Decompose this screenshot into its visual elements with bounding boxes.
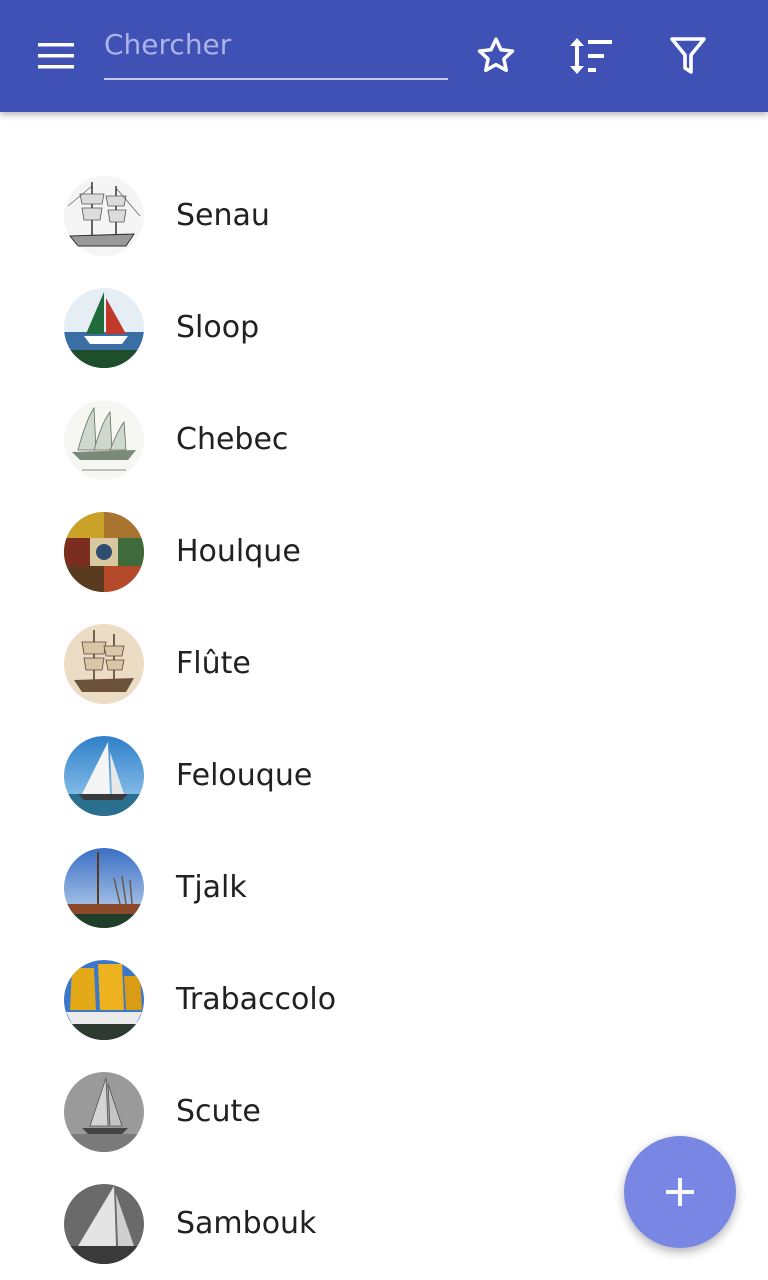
- app-bar: [0, 0, 768, 112]
- ship-list: Senau Sloop Chebec Houlque Flûte Felouqu…: [0, 160, 768, 1280]
- grey-sailboat-print-icon: [64, 1072, 144, 1152]
- hamburger-menu-icon: [38, 43, 74, 69]
- lateen-ship-engraving-icon: [64, 400, 144, 480]
- avatar: [64, 960, 144, 1040]
- avatar: [64, 624, 144, 704]
- list-item[interactable]: Felouque: [0, 720, 768, 832]
- avatar: [64, 1184, 144, 1264]
- plus-icon: [666, 1178, 694, 1206]
- search-field: [104, 22, 448, 82]
- favorites-button[interactable]: [468, 28, 524, 84]
- list-item[interactable]: Sloop: [0, 272, 768, 384]
- sailing-ship-sketch-icon: [64, 176, 144, 256]
- sort-icon: [570, 38, 612, 74]
- item-label: Chebec: [176, 422, 289, 457]
- list-item[interactable]: Tjalk: [0, 832, 768, 944]
- sepia-ship-drawing-icon: [64, 624, 144, 704]
- avatar: [64, 736, 144, 816]
- item-label: Flûte: [176, 646, 251, 681]
- avatar: [64, 400, 144, 480]
- item-label: Senau: [176, 198, 270, 233]
- green-sail-boat-photo-icon: [64, 288, 144, 368]
- avatar: [64, 848, 144, 928]
- menu-button[interactable]: [24, 32, 88, 80]
- search-input[interactable]: [104, 22, 448, 80]
- filter-icon: [670, 37, 706, 74]
- yellow-sails-boat-photo-icon: [64, 960, 144, 1040]
- harbor-mast-photo-icon: [64, 848, 144, 928]
- avatar: [64, 288, 144, 368]
- item-label: Tjalk: [176, 870, 247, 905]
- avatar: [64, 1072, 144, 1152]
- sort-button[interactable]: [563, 28, 619, 84]
- white-sail-felucca-photo-icon: [64, 736, 144, 816]
- colorful-medieval-painting-icon: [64, 512, 144, 592]
- item-label: Houlque: [176, 534, 301, 569]
- item-label: Scute: [176, 1094, 261, 1129]
- add-button[interactable]: [624, 1136, 736, 1248]
- avatar: [64, 512, 144, 592]
- filter-button[interactable]: [660, 28, 716, 84]
- list-item[interactable]: Chebec: [0, 384, 768, 496]
- list-item[interactable]: Senau: [0, 160, 768, 272]
- item-label: Felouque: [176, 758, 313, 793]
- item-label: Trabaccolo: [176, 982, 337, 1017]
- item-label: Sloop: [176, 310, 260, 345]
- star-outline-icon: [477, 37, 515, 73]
- list-item[interactable]: Houlque: [0, 496, 768, 608]
- list-item[interactable]: Flûte: [0, 608, 768, 720]
- bw-sailboat-photo-icon: [64, 1184, 144, 1264]
- item-label: Sambouk: [176, 1206, 317, 1241]
- list-item[interactable]: Trabaccolo: [0, 944, 768, 1056]
- avatar: [64, 176, 144, 256]
